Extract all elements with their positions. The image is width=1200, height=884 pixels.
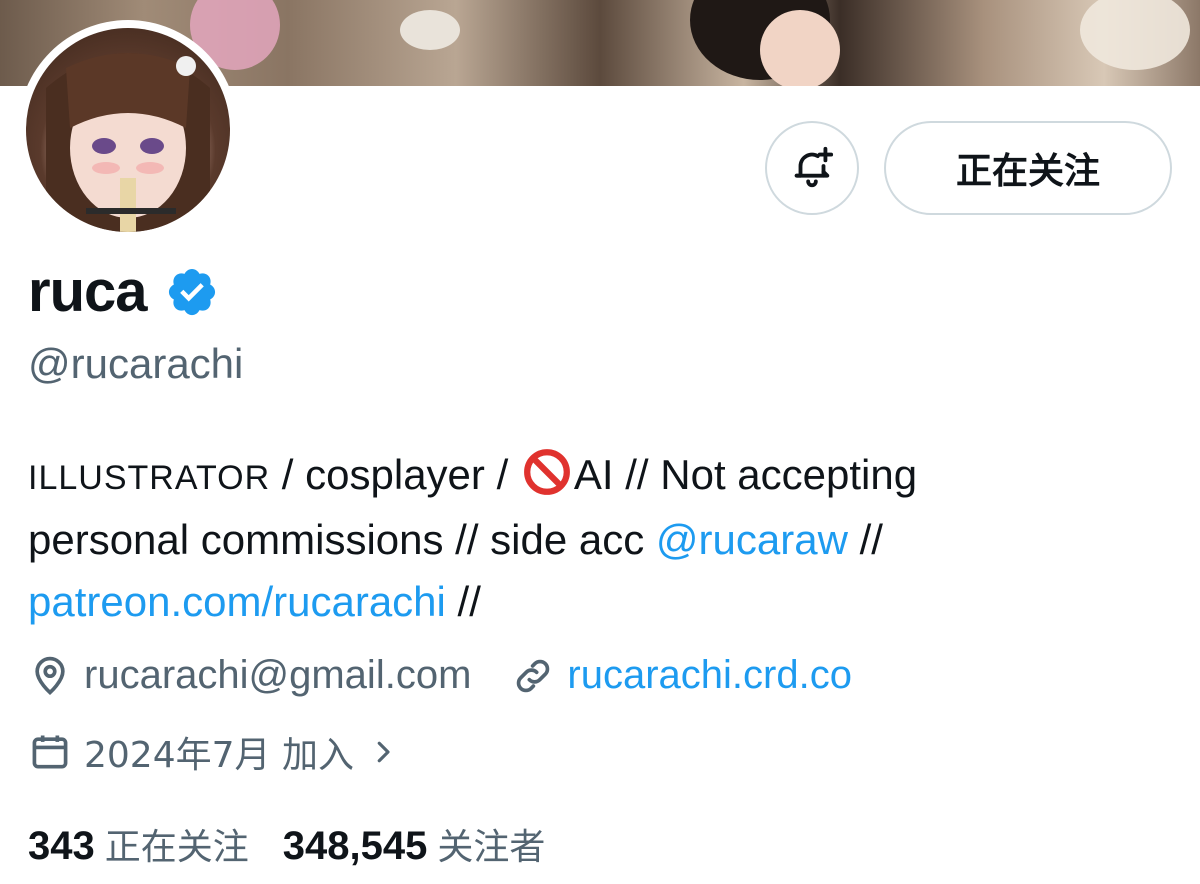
following-count: 343 [28, 824, 95, 868]
link-icon [517, 659, 550, 692]
profile-avatar[interactable] [18, 20, 238, 240]
bio-text: AI // Not accepting [573, 451, 918, 498]
mention-link[interactable]: @rucaraw [656, 516, 848, 563]
joined-date: 2024年7月 加入 [84, 735, 354, 776]
chevron-right-icon [377, 741, 390, 763]
joined-row[interactable]: 2024年7月 加入 [28, 726, 398, 778]
patreon-link[interactable]: patreon.com/rucarachi [28, 578, 446, 625]
website-link[interactable]: rucarachi.crd.co [567, 653, 852, 698]
name-row: ruca [28, 258, 219, 325]
bell-plus-icon [794, 146, 834, 188]
following-button[interactable]: 正在关注 [884, 121, 1172, 215]
bio-text: personal commissions // side acc [28, 516, 656, 563]
notification-button[interactable] [765, 121, 859, 215]
followers-label: 关注者 [437, 827, 546, 868]
calendar-icon [32, 735, 68, 769]
following-stat[interactable]: 343 正在关注 [28, 818, 249, 870]
bio-text: // [847, 516, 883, 563]
verified-badge-icon[interactable] [165, 265, 219, 319]
bio-text: / cosplayer / [270, 451, 520, 498]
bio-role: ILLUSTRATOR [28, 459, 271, 497]
location-text: rucarachi@gmail.com [84, 653, 472, 697]
following-label: 正在关注 [104, 827, 249, 868]
prohibited-emoji-icon [523, 449, 570, 495]
profile-meta-row: rucarachi@gmail.com rucarachi.crd.co [28, 653, 852, 698]
follow-stats: 343 正在关注 348,545 关注者 [28, 818, 545, 870]
location-pin-icon [35, 656, 65, 695]
followers-stat[interactable]: 348,545 关注者 [283, 818, 546, 870]
profile-bio: ILLUSTRATOR / cosplayer / AI // Not acce… [28, 444, 1128, 633]
display-name: ruca [28, 259, 148, 324]
followers-count: 348,545 [282, 824, 428, 868]
user-handle: @rucarachi [28, 340, 244, 387]
bio-text: // [445, 578, 481, 625]
